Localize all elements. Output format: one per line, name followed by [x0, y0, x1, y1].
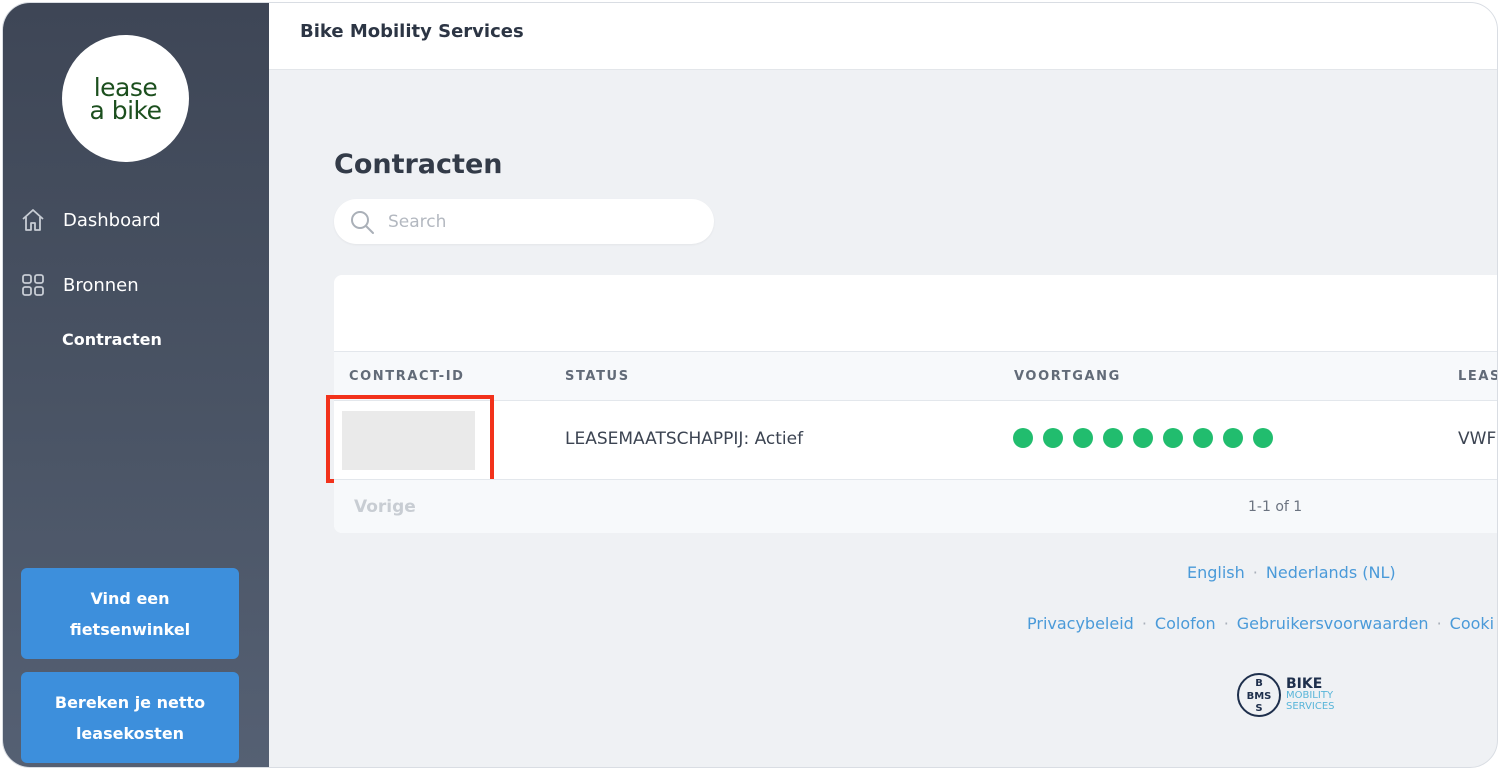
separator: ·	[1436, 614, 1442, 633]
progress-step-dot	[1163, 428, 1183, 448]
progress-step-dot	[1013, 428, 1033, 448]
progress-step-dot	[1103, 428, 1123, 448]
sidebar-item-dashboard[interactable]: Dashboard	[19, 206, 161, 234]
bms-logo: B BMS S BIKE MOBILITY SERVICES	[1236, 672, 1335, 718]
search-input[interactable]	[388, 211, 688, 232]
link-terms[interactable]: Gebruikersvoorwaarden	[1237, 614, 1429, 633]
progress-step-dot	[1193, 428, 1213, 448]
sidebar-item-bronnen[interactable]: Bronnen	[19, 271, 139, 299]
language-link-dutch[interactable]: Nederlands (NL)	[1266, 563, 1396, 582]
progress-step-dot	[1133, 428, 1153, 448]
column-header-lease[interactable]: LEAS	[1458, 369, 1497, 384]
contracts-table: CONTRACT-ID STATUS VOORTGANG LEAS LEASEM…	[326, 275, 1497, 533]
button-label-line-1: Bereken je netto	[54, 692, 206, 712]
table-row[interactable]: LEASEMAATSCHAPPIJ: Actief VWF	[326, 395, 1497, 483]
button-label-line-1: Vind een	[90, 588, 170, 608]
previous-page-button[interactable]: Vorige	[354, 497, 416, 517]
pagination-count: 1-1 of 1	[1248, 499, 1303, 515]
home-icon	[22, 209, 44, 231]
calculate-lease-cost-button[interactable]: Bereken je netto leasekosten	[21, 672, 239, 763]
page-title: Contracten	[334, 149, 503, 180]
link-colofon[interactable]: Colofon	[1155, 614, 1216, 633]
logo-line-2: a bike	[89, 95, 162, 125]
separator: ·	[1141, 614, 1147, 633]
footer-links: Privacybeleid · Colofon · Gebruikersvoorwaar…	[1027, 614, 1494, 633]
progress-indicator	[1013, 428, 1273, 448]
sidebar-item-label: Dashboard	[63, 209, 161, 231]
bms-line-2: MOBILITY	[1286, 689, 1334, 701]
bms-initial-top: B	[1255, 678, 1263, 689]
bms-initial-bottom: S	[1255, 703, 1262, 714]
lease-a-bike-logo[interactable]: lease a bike	[62, 35, 189, 162]
language-links: English · Nederlands (NL)	[1187, 563, 1396, 582]
search-box[interactable]	[334, 199, 714, 244]
topbar: Bike Mobility Services	[269, 3, 1497, 70]
highlight-box	[326, 395, 494, 483]
column-header-status[interactable]: STATUS	[565, 369, 630, 384]
column-header-contract-id[interactable]: CONTRACT-ID	[349, 369, 465, 384]
search-icon	[351, 210, 374, 234]
sidebar: lease a bike Dashboard Bronnen Contracte…	[3, 3, 269, 767]
bms-line-1: BIKE	[1286, 675, 1323, 692]
progress-step-dot	[1073, 428, 1093, 448]
topbar-title: Bike Mobility Services	[300, 21, 524, 42]
sidebar-item-contracten[interactable]: Contracten	[62, 330, 162, 349]
progress-step-dot	[1043, 428, 1063, 448]
link-cookies[interactable]: Cooki	[1450, 614, 1494, 633]
progress-step-dot	[1223, 428, 1243, 448]
progress-step-dot	[1253, 428, 1273, 448]
bms-line-3: SERVICES	[1286, 700, 1335, 712]
column-header-progress[interactable]: VOORTGANG	[1014, 369, 1121, 384]
button-label-line-2: leasekosten	[75, 723, 185, 743]
bms-wordmark: BIKE MOBILITY SERVICES	[1286, 675, 1335, 712]
bms-emblem-icon: B BMS S	[1237, 673, 1281, 717]
separator: ·	[1252, 563, 1258, 582]
table-header: CONTRACT-ID STATUS VOORTGANG LEAS	[334, 351, 1497, 401]
language-link-english[interactable]: English	[1187, 563, 1245, 582]
app-window: lease a bike Dashboard Bronnen Contracte…	[2, 2, 1498, 768]
grid-icon	[22, 274, 44, 296]
sidebar-item-label: Bronnen	[63, 274, 139, 296]
button-label-line-2: fietsenwinkel	[69, 619, 191, 639]
bms-initials: BMS	[1247, 691, 1272, 702]
lease-cell: VWF	[1458, 429, 1497, 449]
link-privacy[interactable]: Privacybeleid	[1027, 614, 1134, 633]
separator: ·	[1223, 614, 1229, 633]
find-bike-shop-button[interactable]: Vind een fietsenwinkel	[21, 568, 239, 659]
status-cell: LEASEMAATSCHAPPIJ: Actief	[565, 429, 804, 449]
table-pagination: Vorige 1-1 of 1	[334, 479, 1497, 533]
